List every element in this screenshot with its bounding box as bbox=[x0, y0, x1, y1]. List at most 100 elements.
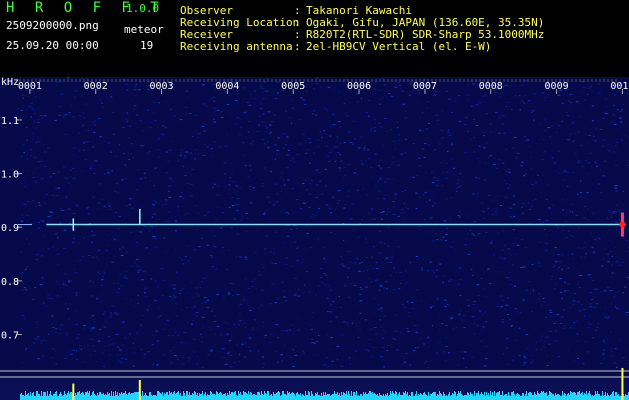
spectrum-bar bbox=[586, 391, 587, 400]
spectrum-bar bbox=[367, 394, 368, 400]
spectrum-bar bbox=[584, 393, 585, 400]
spectrum-bar bbox=[484, 392, 485, 400]
spectrum-bar bbox=[580, 394, 581, 400]
spectrum-bar bbox=[456, 396, 457, 400]
spectrum-bar bbox=[119, 393, 120, 400]
spectrum-bar bbox=[275, 394, 276, 400]
spectrum-bar bbox=[559, 395, 560, 400]
spectrum-bar bbox=[151, 395, 152, 400]
spectrum-bar bbox=[248, 391, 249, 400]
spectrum-bar bbox=[510, 396, 511, 400]
spectrum-bar bbox=[221, 393, 222, 400]
spectrum-bar bbox=[605, 392, 606, 400]
spectrum-bar bbox=[353, 392, 354, 400]
spectrum-bar bbox=[578, 392, 579, 400]
spectrum-bar bbox=[461, 394, 462, 400]
spectrum-bar bbox=[424, 392, 425, 400]
spectrum-bar bbox=[329, 394, 330, 400]
spectrum-bar bbox=[116, 395, 117, 400]
spectrum-bar bbox=[186, 391, 187, 400]
spectrum-bar bbox=[237, 396, 238, 400]
spectrum-bar bbox=[507, 396, 508, 400]
spectrum-bar bbox=[437, 394, 438, 400]
spectrum-bar bbox=[75, 393, 76, 400]
antenna-value: 2el-HB9CV Vertical (el. E-W) bbox=[306, 40, 492, 53]
spectrum-bar bbox=[368, 393, 369, 400]
spectrum-bar bbox=[253, 394, 254, 400]
spectrum-bar bbox=[288, 393, 289, 400]
spectrum-bar bbox=[618, 394, 619, 400]
file-name: 2509200000.png bbox=[6, 19, 99, 32]
spectrum-bar bbox=[41, 391, 42, 400]
spectrum-bar bbox=[472, 394, 473, 400]
spectrum-bar bbox=[455, 392, 456, 400]
spectrum-bar bbox=[146, 395, 147, 400]
spectrum-bar bbox=[35, 396, 36, 400]
spectrum-bar bbox=[396, 392, 397, 400]
spectrum-bar bbox=[344, 393, 345, 400]
spectrum-bar bbox=[306, 395, 307, 400]
spectrum-bar bbox=[614, 396, 615, 400]
spectrum-bar bbox=[259, 392, 260, 400]
spectrum-bar bbox=[562, 391, 563, 400]
spectrum-bar bbox=[383, 394, 384, 400]
spectrum-bar bbox=[57, 396, 58, 400]
spectrum-bar bbox=[67, 393, 68, 400]
spectrum-bar bbox=[609, 396, 610, 400]
spectrum-bar bbox=[208, 395, 209, 400]
spectrum-bar bbox=[270, 395, 271, 400]
spectrum-bar bbox=[587, 395, 588, 400]
spectrum-bar bbox=[112, 396, 113, 400]
spectrum-bar bbox=[425, 394, 426, 400]
spectrum-bar bbox=[170, 393, 171, 400]
spectrum-bar bbox=[387, 393, 388, 400]
spectrum-bar bbox=[162, 392, 163, 400]
spectrum-bar bbox=[601, 396, 602, 400]
spectrum-bar bbox=[572, 393, 573, 400]
spectrum-bar bbox=[80, 394, 81, 400]
spectrum-bar bbox=[175, 394, 176, 400]
spectrum-bar bbox=[412, 392, 413, 400]
spectrum-bar bbox=[312, 394, 313, 400]
spectrum-bar bbox=[520, 396, 521, 400]
meteor-count: 19 bbox=[140, 39, 154, 52]
spectrum-bar bbox=[370, 391, 371, 400]
spectrum-bar bbox=[325, 392, 326, 400]
spectrum-bar bbox=[240, 392, 241, 400]
spectrum-bar bbox=[53, 394, 54, 400]
spectrum-bar bbox=[49, 394, 50, 400]
spectrum-bar bbox=[464, 395, 465, 400]
spectrum-bar bbox=[101, 394, 102, 400]
spectrum-bar bbox=[82, 392, 83, 400]
spectrum-bar bbox=[626, 395, 627, 400]
meteor-label: meteor bbox=[124, 23, 164, 36]
x-tick-label: 0009 bbox=[545, 81, 569, 92]
spectrum-bar bbox=[211, 392, 212, 400]
spectrum-bar bbox=[403, 392, 404, 400]
spectrum-bar bbox=[172, 394, 173, 400]
spectrum-bar bbox=[340, 396, 341, 400]
spectrum-bar bbox=[271, 394, 272, 400]
spectrum-bar bbox=[574, 392, 575, 400]
spectrum-bar bbox=[199, 393, 200, 400]
y-tick-label: 0.8 bbox=[1, 277, 19, 288]
spectrum-bar bbox=[180, 393, 181, 400]
spectrum-bar bbox=[469, 395, 470, 400]
spectrum-bar bbox=[213, 394, 214, 400]
spectrum-bar bbox=[266, 394, 267, 400]
spectrum-bar bbox=[203, 396, 204, 400]
spectrum-bar bbox=[145, 393, 146, 400]
spectrum-bar bbox=[232, 392, 233, 400]
spectrum-bar bbox=[286, 395, 287, 400]
spectrum-bar bbox=[184, 393, 185, 400]
spectrum-bar bbox=[444, 394, 445, 400]
spectrum-bar bbox=[491, 395, 492, 400]
spectrum-bar bbox=[524, 396, 525, 400]
spectrum-bar bbox=[563, 395, 564, 400]
spectrum-bar bbox=[301, 396, 302, 400]
spectrum-peak bbox=[621, 368, 624, 400]
spectrum-bar bbox=[361, 394, 362, 400]
spectrum-bar bbox=[320, 396, 321, 400]
spectrum-bar bbox=[303, 395, 304, 400]
antenna-label: Receiving antenna bbox=[180, 40, 293, 53]
